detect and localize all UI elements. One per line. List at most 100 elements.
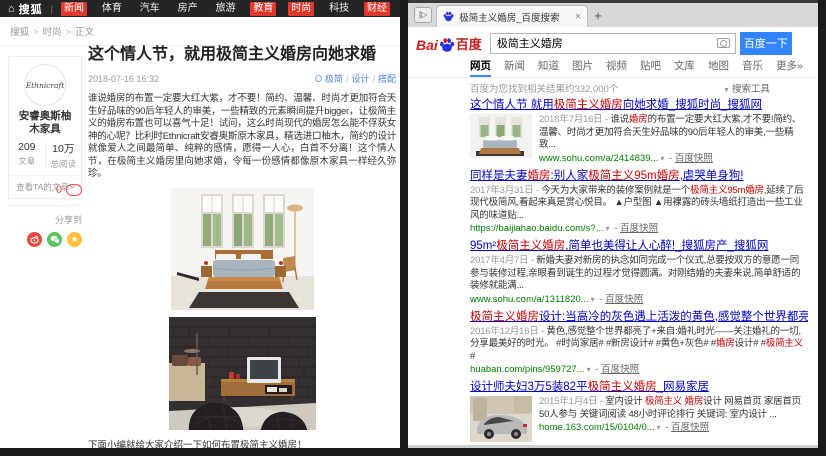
- result-title-link[interactable]: 95m²极简主义婚房,简单也美得让人心醉!_搜狐房产_搜狐网: [470, 239, 808, 253]
- result-text-column: 2015年1月4日 - 室内设计 极简主义 婚房设计 网易首页 家居首页 50人…: [539, 396, 808, 442]
- result-title-link[interactable]: 极简主义婚房设计:当高冷的灰色遇上活泼的黄色,感觉整个世界都亮...: [470, 310, 808, 324]
- wechat-share-icon[interactable]: [47, 232, 62, 247]
- result-title-text: _网易家居: [657, 381, 709, 393]
- sohu-logo[interactable]: ⌂搜狐: [8, 1, 43, 17]
- comment-bubble-icon[interactable]: [66, 184, 82, 196]
- search-button[interactable]: 百度一下: [740, 32, 792, 55]
- result-url-row: huaban.com/pins/959727...▾ - 百度快照: [470, 364, 808, 376]
- article-tag-link[interactable]: 极简: [325, 72, 343, 85]
- camera-search-icon[interactable]: [717, 38, 730, 48]
- baidu-nav-tab[interactable]: 新闻: [504, 58, 525, 77]
- url-cache-separator: -: [597, 294, 605, 305]
- screenshot-stage: ⌂搜狐 | 新闻体育汽车房产旅游教育时尚科技财经 搜狐>时尚>正文 Ethnic…: [0, 0, 826, 456]
- result-snippet: 2016年12月16日 - 黄色,感觉整个世界都亮了+来自:婚礼时光——关注婚礼…: [470, 326, 808, 364]
- url-dropdown-icon[interactable]: ▾: [660, 154, 664, 163]
- baidu-nav-tab[interactable]: 音乐: [742, 58, 763, 77]
- header-nav-item[interactable]: 新闻: [61, 2, 87, 16]
- baidu-nav-tab[interactable]: 地图: [708, 58, 729, 77]
- result-title-link[interactable]: 这个情人节 就用极简主义婚房向她求婚_搜狐时尚_搜狐网: [470, 98, 808, 112]
- header-nav-item[interactable]: 科技: [326, 2, 352, 16]
- result-url-row: https://baijiahao.baidu.com/s?...▾ - 百度快…: [470, 223, 808, 235]
- article-tag-link[interactable]: 搭配: [378, 72, 396, 85]
- baidu-nav-tab[interactable]: 更多»: [776, 58, 803, 77]
- result-snippet: 2015年1月4日 - 室内设计 极简主义 婚房设计 网易首页 家居首页 50人…: [539, 396, 808, 421]
- result-body: 2016年12月16日 - 黄色,感觉整个世界都亮了+来自:婚礼时光——关注婚礼…: [470, 326, 808, 377]
- author-stat-reads: 10万 总阅读: [46, 141, 82, 170]
- header-nav-item[interactable]: 汽车: [137, 2, 163, 16]
- url-dropdown-icon[interactable]: ▾: [591, 295, 595, 304]
- result-url: www.sohu.com/a/1311820...: [470, 294, 589, 305]
- snippet-text: 极简主义95m婚房: [690, 185, 764, 196]
- result-body: 2017年4月7日 - 新婚夫妻对新房的执念如同完成一个仪式,总要按双方的意愿一…: [470, 255, 808, 306]
- weibo-share-icon[interactable]: [27, 232, 42, 247]
- header-nav-item[interactable]: 旅游: [213, 2, 239, 16]
- url-dropdown-icon[interactable]: ▾: [657, 423, 661, 432]
- result-title-link[interactable]: 同样是夫妻婚房:别人家极简主义95m婚房,虐哭单身狗!: [470, 169, 808, 183]
- article-date: 2018-07-16 16:32: [88, 74, 159, 84]
- header-nav-item[interactable]: 房产: [175, 2, 201, 16]
- new-tab-button[interactable]: +: [594, 10, 602, 22]
- result-body: 2015年1月4日 - 室内设计 极简主义 婚房设计 网易首页 家居首页 50人…: [470, 396, 808, 442]
- cached-page-link[interactable]: 百度快照: [620, 223, 658, 234]
- baidu-logo[interactable]: Bai 百度: [416, 34, 482, 53]
- browser-tab-strip: |▷ 极简主义婚房_百度搜索 × +: [408, 0, 818, 27]
- snippet-text: 室内设计: [605, 396, 645, 407]
- cached-page-link[interactable]: 百度快照: [675, 153, 713, 164]
- header-nav-item[interactable]: 教育: [250, 2, 276, 16]
- comment-row: 0: [8, 184, 82, 196]
- browser-tab[interactable]: 极简主义婚房_百度搜索 ×: [436, 5, 588, 27]
- article-meta: 2018-07-16 16:32 极简/设计/搭配: [88, 72, 396, 85]
- result-url: huaban.com/pins/959727...: [470, 364, 585, 375]
- result-url: https://baijiahao.baidu.com/s?...: [470, 223, 604, 234]
- url-dropdown-icon[interactable]: ▾: [606, 224, 610, 233]
- author-avatar[interactable]: Ethnicraft: [24, 64, 66, 106]
- result-title-text: 向她求婚_搜狐时尚_搜狐网: [623, 99, 762, 111]
- breadcrumb-item[interactable]: 搜狐: [10, 27, 29, 38]
- snippet-text: 2016年12月16日 -: [470, 326, 546, 337]
- snippet-text: 极简主义 婚房: [645, 396, 703, 407]
- snippet-text: 谁说: [610, 114, 629, 125]
- tab-close-icon[interactable]: ×: [575, 12, 581, 22]
- result-thumbnail[interactable]: [470, 396, 532, 442]
- tag-icon: [315, 75, 322, 82]
- breadcrumb-item[interactable]: 时尚: [43, 27, 62, 38]
- share-box: 0 分享到 ★: [8, 184, 82, 247]
- result-title-text: 极简主义婚房: [496, 240, 565, 252]
- snippet-text: 婚房: [629, 114, 648, 125]
- result-url: home.163.com/15/0104/0...: [539, 422, 655, 433]
- tag-separator: /: [372, 74, 375, 84]
- header-nav-item[interactable]: 时尚: [288, 2, 314, 16]
- author-name[interactable]: 安睿奥斯柚木家具: [9, 110, 81, 135]
- url-cache-separator: -: [666, 153, 674, 164]
- search-result: 95m²极简主义婚房,简单也美得让人心醉!_搜狐房产_搜狐网 2017年4月7日 …: [470, 239, 808, 306]
- article-tag-link[interactable]: 设计: [351, 72, 369, 85]
- search-input[interactable]: [490, 33, 736, 54]
- baidu-nav-tab[interactable]: 文库: [674, 58, 695, 77]
- baidu-nav-tab[interactable]: 图片: [572, 58, 593, 77]
- result-thumbnail[interactable]: [470, 114, 532, 165]
- header-nav-item[interactable]: 体育: [99, 2, 125, 16]
- cached-page-link[interactable]: 百度快照: [601, 364, 639, 375]
- search-result: 这个情人节 就用极简主义婚房向她求婚_搜狐时尚_搜狐网 2018年7月16日 - …: [470, 98, 808, 165]
- baidu-nav-tab[interactable]: 视频: [606, 58, 627, 77]
- result-text-column: 2017年4月7日 - 新婚夫妻对新房的执念如同完成一个仪式,总要按双方的意愿一…: [470, 255, 808, 306]
- qzone-share-icon[interactable]: ★: [67, 232, 82, 247]
- sidebar-toggle-button[interactable]: |▷: [414, 7, 432, 23]
- baidu-nav-tab[interactable]: 知道: [538, 58, 559, 77]
- cached-page-link[interactable]: 百度快照: [671, 422, 709, 433]
- result-title-text: 极简主义95m婚房: [588, 170, 679, 182]
- breadcrumb-separator: >: [33, 27, 39, 38]
- header-nav-item[interactable]: 财经: [364, 2, 390, 16]
- url-cache-separator: -: [612, 223, 620, 234]
- baidu-search-header: Bai 百度 百度一下: [408, 27, 818, 58]
- cached-page-link[interactable]: 百度快照: [605, 294, 643, 305]
- tools-label: 搜索工具: [732, 84, 770, 95]
- baidu-nav-tab[interactable]: 网页: [470, 58, 491, 77]
- url-dropdown-icon[interactable]: ▾: [587, 365, 591, 374]
- result-title-link[interactable]: 设计师夫妇3万5装82平极简主义婚房_网易家居: [470, 380, 808, 394]
- result-body: 2018年7月16日 - 谁说婚房的布置一定要大红大紫,才不要!简约、温馨、时尚…: [470, 114, 808, 165]
- home-icon: ⌂: [8, 3, 16, 15]
- article-caption: 下面小编就给大家介绍一下如何布置极简主义婚房！: [88, 437, 396, 449]
- baidu-nav-tab[interactable]: 贴吧: [640, 58, 661, 77]
- search-tools-button[interactable]: ▼搜索工具: [723, 81, 770, 95]
